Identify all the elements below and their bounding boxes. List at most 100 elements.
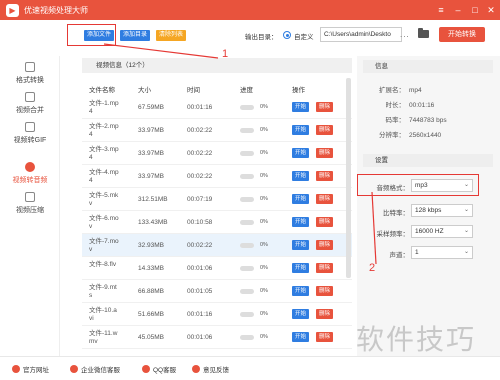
delete-button[interactable]: 删除: [316, 148, 334, 158]
table-row[interactable]: 文件-6.mov 133.43MB 00:10:58 0% 开始 删除: [82, 211, 352, 234]
file-name: 文件-2.mp4: [89, 123, 119, 138]
start-button[interactable]: 开始: [292, 309, 310, 319]
file-size: 32.93MB: [138, 242, 165, 249]
delete-button[interactable]: 删除: [316, 171, 334, 181]
footer-link-feedback[interactable]: 意见反馈: [192, 364, 229, 374]
footer-bar: 官方网址 企业微信客服 QQ客服 意见反馈: [0, 356, 500, 380]
footer-link-wechat[interactable]: 企业微信客服: [70, 364, 120, 374]
file-time: 00:02:22: [187, 242, 213, 249]
sidebar-item-video-compress[interactable]: 视频压缩: [0, 192, 60, 232]
minimize-icon[interactable]: –: [451, 3, 465, 17]
delete-button[interactable]: 删除: [316, 125, 334, 135]
file-size: 33.97MB: [138, 127, 165, 134]
delete-button[interactable]: 删除: [316, 217, 334, 227]
file-time: 00:01:16: [187, 311, 213, 318]
file-list-header: 视频信息（12个）: [82, 58, 352, 73]
file-name: 文件-9.mts: [89, 284, 117, 299]
footer-link-website[interactable]: 官方网址: [12, 364, 49, 374]
file-name: 文件-10.avi: [89, 307, 117, 322]
app-logo-icon: ▶: [6, 3, 19, 17]
start-button[interactable]: 开始: [292, 332, 310, 342]
file-list: 文件-1.mp4 67.59MB 00:01:16 0% 开始 删除文件-2.mp4 33.…: [82, 96, 352, 349]
table-row[interactable]: 文件-10.avi 51.66MB 00:01:16 0% 开始 删除: [82, 303, 352, 326]
channel-select[interactable]: 1 ⌄: [411, 246, 473, 259]
sidebar: 格式转换 视频合并 视频转GIF 视频转音频 视频压缩: [0, 56, 60, 356]
annotation-2: 2: [369, 262, 376, 274]
table-row[interactable]: 文件-1.mp4 67.59MB 00:01:16 0% 开始 删除: [82, 96, 352, 119]
start-button[interactable]: 开始: [292, 171, 310, 181]
table-row[interactable]: 文件-9.mts 66.88MB 00:01:05 0% 开始 删除: [82, 280, 352, 303]
list-scrollbar[interactable]: [346, 78, 351, 278]
file-size: 66.88MB: [138, 288, 165, 295]
menu-icon[interactable]: ≡: [434, 3, 448, 17]
start-button[interactable]: 开始: [292, 148, 310, 158]
sidebar-item-video-to-gif[interactable]: 视频转GIF: [0, 122, 60, 162]
footer-link-qq[interactable]: QQ客服: [142, 364, 176, 374]
sidebar-item-label: 视频转音频: [12, 177, 48, 184]
feedback-icon: [192, 365, 200, 373]
column-header: 文件名称: [89, 87, 115, 94]
delete-button[interactable]: 删除: [316, 309, 334, 319]
qq-icon: [142, 365, 150, 373]
chevron-down-icon: ⌄: [463, 207, 469, 213]
bitrate-value: 128 kbps: [415, 207, 442, 214]
start-button[interactable]: 开始: [292, 263, 310, 273]
chevron-down-icon: ⌄: [463, 228, 469, 234]
info-key: 时长：: [385, 102, 406, 109]
start-button[interactable]: 开始: [292, 217, 310, 227]
file-size: 33.97MB: [138, 173, 165, 180]
delete-button[interactable]: 删除: [316, 102, 334, 112]
delete-button[interactable]: 删除: [316, 286, 334, 296]
file-time: 00:10:58: [187, 219, 213, 226]
output-dir-label: 输出目录：: [245, 34, 278, 41]
table-row[interactable]: 文件-8.flv 14.33MB 00:01:06 0% 开始 删除: [82, 257, 352, 280]
start-convert-button[interactable]: 开始转换: [439, 27, 485, 42]
start-button[interactable]: 开始: [292, 240, 310, 250]
annotation-1: 1: [222, 48, 229, 60]
custom-radio[interactable]: [283, 31, 291, 39]
start-button[interactable]: 开始: [292, 125, 310, 135]
progress-value: 0%: [260, 242, 268, 248]
delete-button[interactable]: 删除: [316, 240, 334, 250]
progress-bar: [240, 312, 254, 317]
table-row[interactable]: 文件-3.mp4 33.97MB 00:02:22 0% 开始 删除: [82, 142, 352, 165]
bitrate-select[interactable]: 128 kbps ⌄: [411, 204, 473, 217]
table-row[interactable]: 文件-7.mov 32.93MB 00:02:22 0% 开始 删除: [82, 234, 352, 257]
delete-button[interactable]: 删除: [316, 263, 334, 273]
settings-header: 设置: [363, 154, 493, 167]
info-value: 7448783 bps: [409, 117, 447, 124]
file-size: 14.33MB: [138, 265, 165, 272]
clear-list-button[interactable]: 清除列表: [156, 30, 187, 41]
file-time: 00:01:16: [187, 104, 213, 111]
info-header: 信息: [363, 60, 493, 73]
footer-link-label: 官方网址: [23, 367, 49, 374]
table-row[interactable]: 文件-5.mkv 312.51MB 00:07:19 0% 开始 删除: [82, 188, 352, 211]
start-button[interactable]: 开始: [292, 286, 310, 296]
gif-icon: [25, 122, 35, 132]
close-icon[interactable]: ✕: [484, 3, 498, 17]
folder-icon[interactable]: [418, 28, 429, 38]
start-button[interactable]: 开始: [292, 102, 310, 112]
merge-icon: [25, 92, 35, 102]
delete-button[interactable]: 删除: [316, 332, 334, 342]
file-name: 文件-3.mp4: [89, 146, 119, 161]
info-value: mp4: [409, 87, 422, 94]
watermark: 软件技巧: [356, 323, 477, 356]
footer-link-label: QQ客服: [153, 367, 177, 374]
delete-button[interactable]: 删除: [316, 194, 334, 204]
table-row[interactable]: 文件-2.mp4 33.97MB 00:02:22 0% 开始 删除: [82, 119, 352, 142]
sidebar-item-label: 格式转换: [16, 77, 44, 84]
samplerate-select[interactable]: 16000 HZ ⌄: [411, 225, 473, 238]
browse-button[interactable]: ...: [400, 30, 410, 39]
table-row[interactable]: 文件-11.wmv 45.05MB 00:01:06 0% 开始 删除: [82, 326, 352, 349]
highlight-box-audio-format: [357, 174, 479, 196]
start-button[interactable]: 开始: [292, 194, 310, 204]
output-path-input[interactable]: C:\Users\admin\Deskto: [320, 27, 402, 42]
file-name: 文件-11.wmv: [89, 330, 118, 345]
maximize-icon[interactable]: □: [468, 3, 482, 17]
file-time: 00:02:22: [187, 127, 213, 134]
progress-value: 0%: [260, 334, 268, 340]
add-dir-button[interactable]: 添加目录: [120, 30, 151, 41]
right-panel: 信息 扩展名： mp4 时长： 00:01:16 码率： 7448783 bps 分辨…: [357, 56, 500, 356]
table-row[interactable]: 文件-4.mp4 33.97MB 00:02:22 0% 开始 删除: [82, 165, 352, 188]
